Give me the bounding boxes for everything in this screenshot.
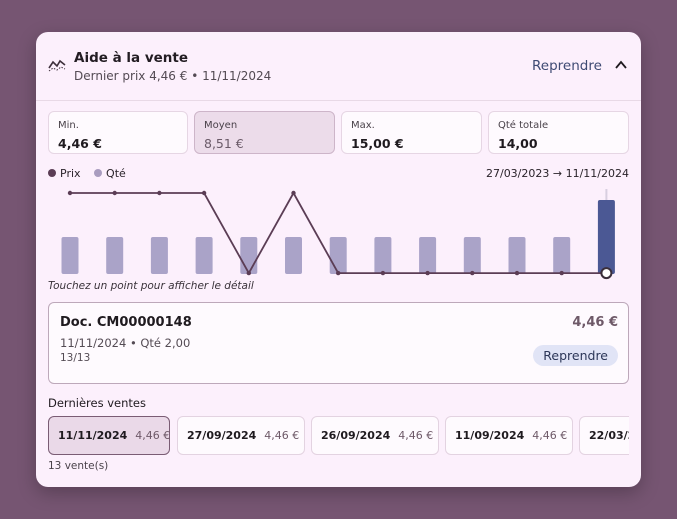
price-point[interactable] (600, 267, 613, 280)
sale-chip[interactable]: 26/09/2024 4,46 € (311, 416, 439, 455)
qty-bar[interactable] (61, 237, 79, 274)
document-price: 4,46 € (572, 315, 618, 330)
legend-price: Prix (48, 167, 81, 180)
price-point[interactable] (470, 270, 475, 276)
chart-hint: Touchez un point pour afficher le détail (48, 280, 254, 292)
panel-title: Aide à la vente (74, 50, 189, 66)
panel-header: Aide à la vente Dernier prix 4,46 € • 11… (36, 32, 641, 101)
qty-bar[interactable] (374, 237, 392, 274)
price-qty-chart[interactable] (36, 184, 641, 284)
legend-qty: Qté (94, 167, 126, 180)
resume-document-button[interactable]: Reprendre (533, 345, 618, 366)
chart-legend: Prix Qté (48, 167, 136, 180)
price-point[interactable] (246, 270, 251, 276)
sale-chip[interactable]: 27/09/2024 4,46 € (177, 416, 305, 455)
qty-bar[interactable] (508, 237, 526, 274)
sale-date: 27/09/2024 (187, 429, 257, 442)
price-point[interactable] (514, 270, 520, 276)
sale-date: 26/09/2024 (321, 429, 391, 442)
qty-bar[interactable] (597, 200, 615, 274)
stat-label: Max. (351, 120, 375, 131)
stat-label: Qté totale (498, 120, 549, 131)
stat-value: 15,00 € (351, 136, 404, 151)
sale-chip[interactable]: 11/09/2024 4,46 € (445, 416, 573, 455)
sale-chip[interactable]: 11/11/2024 4,46 € (48, 416, 170, 455)
stat-value: 14,00 (498, 136, 538, 151)
sales-help-panel: Aide à la vente Dernier prix 4,46 € • 11… (36, 32, 641, 487)
qty-bar[interactable] (195, 237, 213, 274)
price-point[interactable] (336, 270, 341, 276)
panel-subtitle: Dernier prix 4,46 € • 11/11/2024 (74, 69, 272, 83)
sale-chip[interactable]: 22/03/2 (579, 416, 629, 455)
sale-price: 4,46 € (135, 429, 171, 442)
price-point[interactable] (67, 190, 73, 196)
qty-bar[interactable] (240, 237, 258, 274)
stat-max[interactable]: Max. 15,00 € (341, 111, 482, 154)
price-point[interactable] (157, 190, 162, 196)
sale-price: 4,46 € (398, 429, 434, 442)
recent-sales-strip[interactable]: 11/11/2024 4,46 € 27/09/2024 4,46 € 26/09/… (48, 415, 629, 457)
chevron-up-icon[interactable] (614, 58, 628, 72)
sale-price: 4,46 € (264, 429, 300, 442)
sale-date: 22/03/2 (589, 429, 629, 442)
price-point[interactable] (112, 190, 117, 196)
legend-price-label: Prix (60, 167, 81, 180)
legend-price-dot (48, 169, 56, 177)
price-point[interactable] (380, 270, 386, 276)
legend-qty-label: Qté (106, 167, 126, 180)
price-point[interactable] (559, 270, 564, 276)
stat-label: Moyen (204, 120, 238, 131)
document-date-qty: 11/11/2024 • Qté 2,00 (60, 336, 191, 350)
qty-bar[interactable] (463, 237, 481, 274)
qty-bar[interactable] (329, 237, 347, 274)
date-range: 27/03/2023 → 11/11/2024 (485, 167, 629, 180)
document-index: 13/13 (60, 352, 91, 364)
legend-qty-dot (94, 169, 103, 177)
document-detail-card: Doc. CM00000148 11/11/2024 • Qté 2,00 13… (48, 302, 629, 384)
qty-bar[interactable] (106, 237, 124, 274)
qty-bar[interactable] (553, 237, 571, 274)
document-title: Doc. CM00000148 (60, 315, 192, 330)
resume-link[interactable]: Reprendre (532, 58, 602, 74)
price-point[interactable] (425, 270, 430, 276)
qty-bar[interactable] (285, 237, 302, 274)
stat-min[interactable]: Min. 4,46 € (48, 111, 188, 154)
sale-date: 11/11/2024 (58, 429, 128, 442)
stat-label: Min. (58, 120, 79, 131)
recent-sales-title: Dernières ventes (48, 396, 146, 410)
price-point[interactable] (201, 190, 207, 196)
sales-count: 13 vente(s) (48, 460, 109, 472)
stat-total-qty[interactable]: Qté totale 14,00 (488, 111, 629, 154)
sale-price: 4,46 € (532, 429, 568, 442)
sale-date: 11/09/2024 (455, 429, 525, 442)
stat-value: 8,51 € (204, 136, 244, 151)
qty-bar[interactable] (419, 237, 437, 274)
qty-bar[interactable] (150, 237, 168, 274)
stat-average[interactable]: Moyen 8,51 € (194, 111, 335, 154)
price-point[interactable] (291, 190, 296, 196)
trend-icon (48, 59, 66, 72)
stat-value: 4,46 € (58, 136, 102, 151)
